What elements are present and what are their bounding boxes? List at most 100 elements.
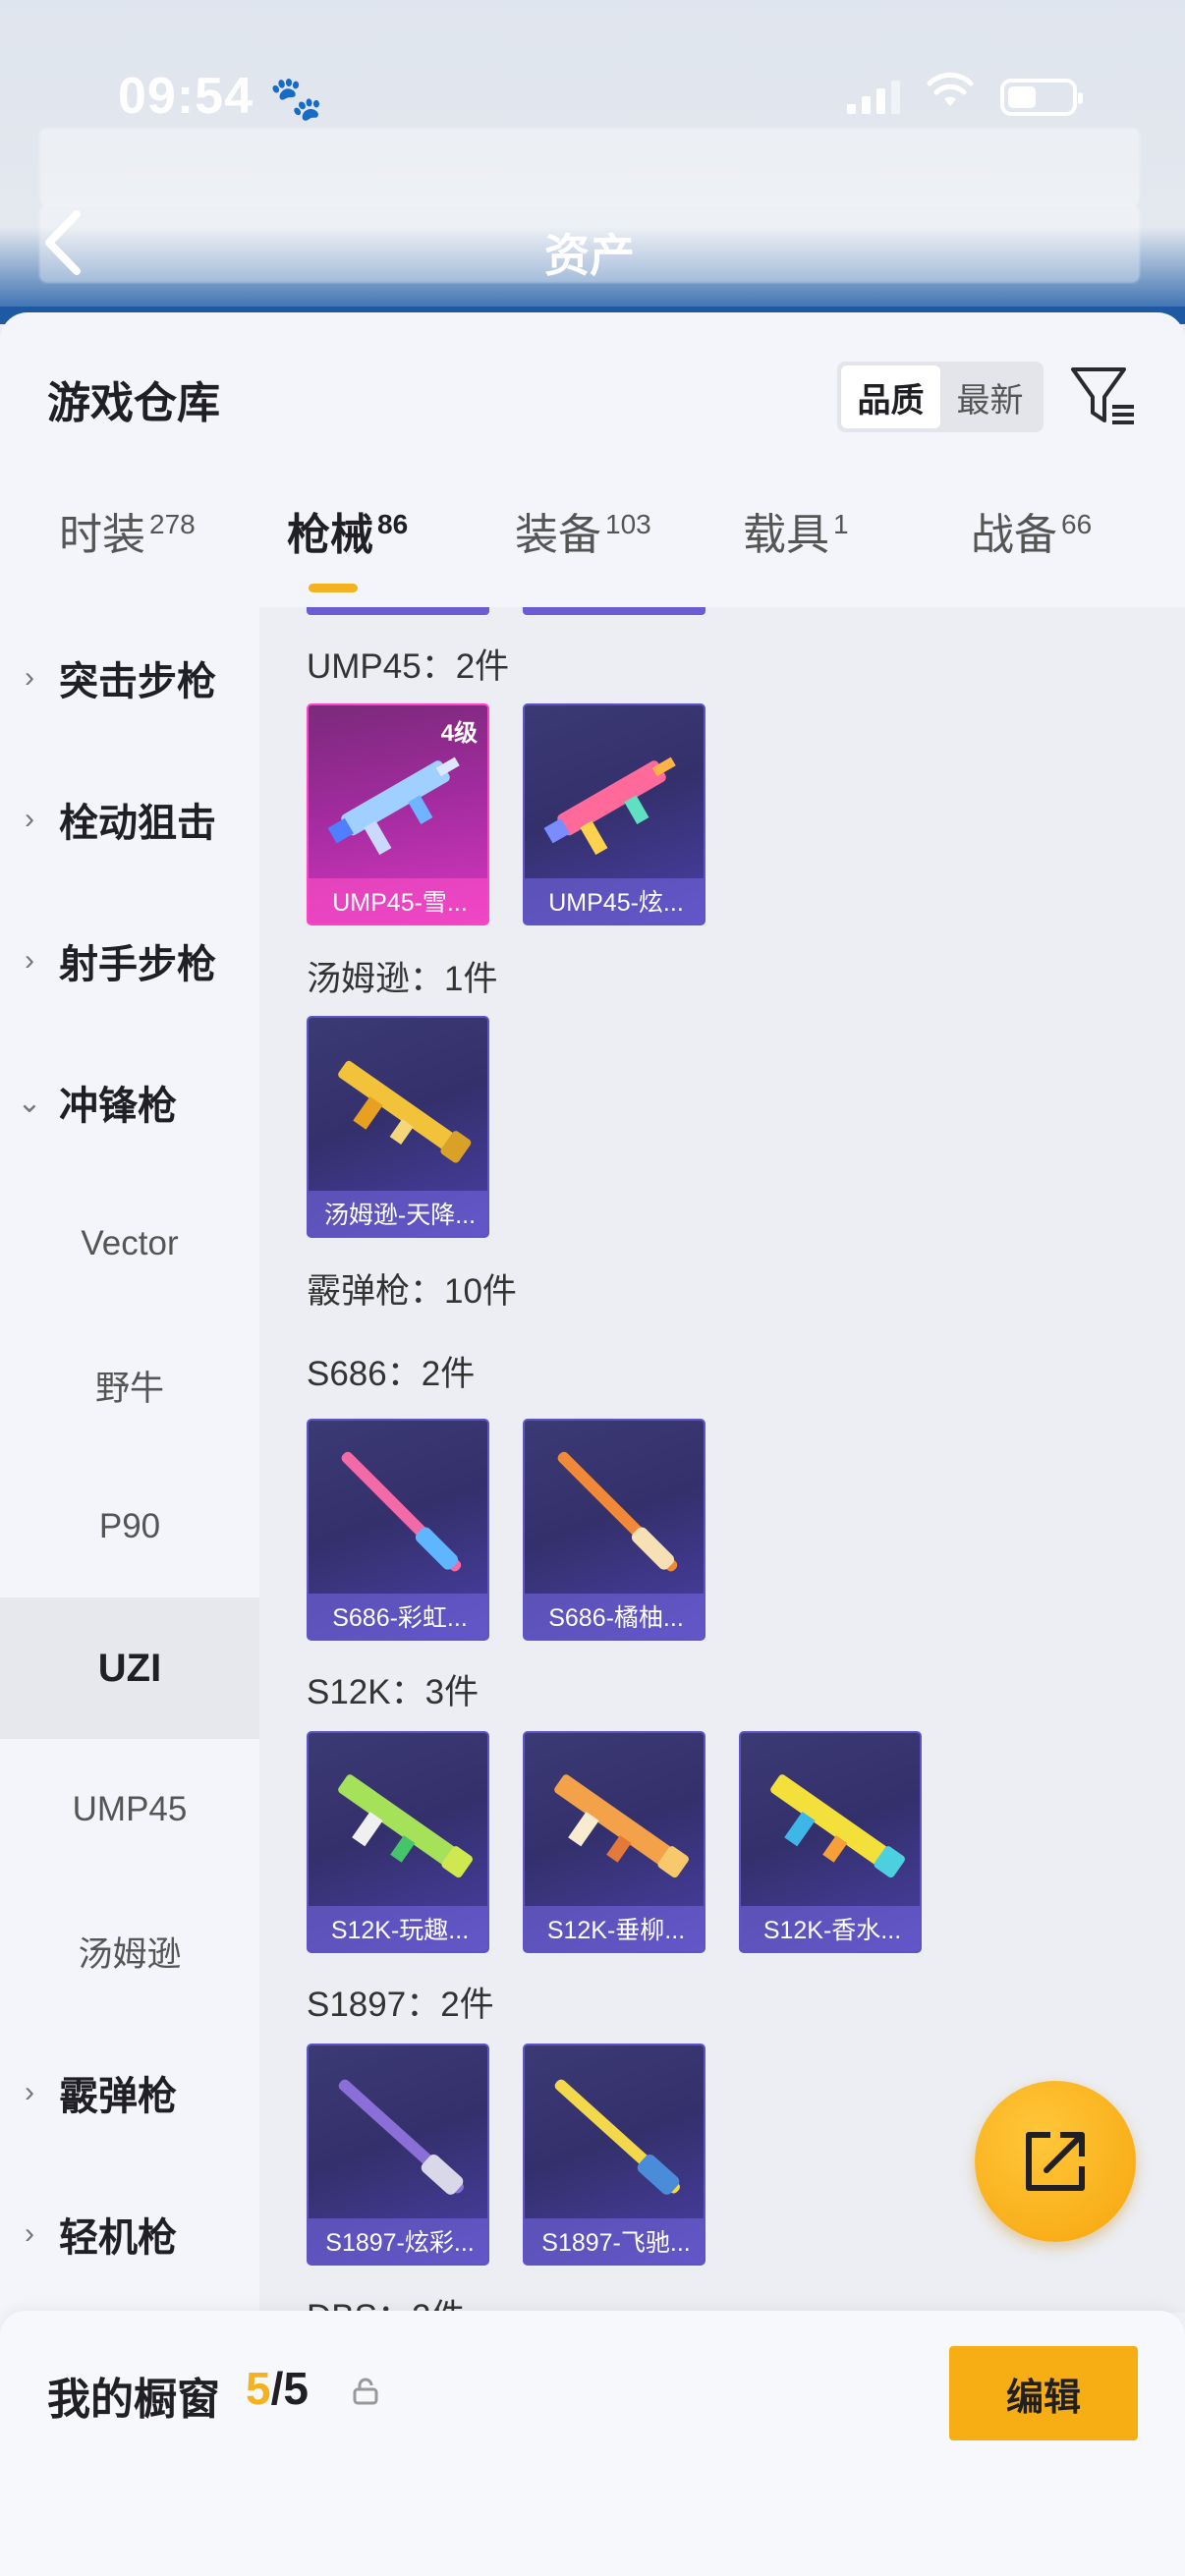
tab-count: 66	[1061, 509, 1093, 539]
category-tabs: 时装 278 枪械 86 装备 103 载具 1 战备 66	[0, 499, 1185, 607]
shotgun-icon	[338, 2079, 464, 2195]
sidebar-sub-ump45[interactable]: UMP45	[0, 1739, 259, 1880]
sidebar-item-label: 栓动狙击	[59, 802, 216, 845]
tab-equipment[interactable]: 装备 103	[515, 499, 651, 562]
weapon-name: UMP45-雪...	[309, 878, 487, 924]
sidebar-item-bolt-sniper[interactable]: › 栓动狙击	[0, 749, 259, 890]
weapon-name: S1897-飞驰...	[525, 2218, 704, 2264]
smg-gun-icon	[543, 756, 676, 856]
card-stub	[307, 607, 489, 615]
weapon-card[interactable]: S686-橘柚...	[523, 1419, 705, 1641]
group-title: DBS：2件	[307, 2289, 465, 2313]
chevron-right-icon: ›	[25, 944, 34, 977]
blurred-stats-row	[39, 128, 1140, 206]
paw-icon: 🐾	[269, 75, 323, 123]
chevron-right-icon: ›	[25, 2076, 34, 2108]
active-tab-indicator	[309, 584, 358, 592]
sidebar-item-label: 突击步枪	[59, 660, 216, 703]
weapon-card[interactable]: S686-彩虹...	[307, 1419, 489, 1641]
tab-vehicles[interactable]: 载具 1	[743, 499, 849, 562]
tab-supplies[interactable]: 战备 66	[971, 499, 1092, 562]
sidebar-item-lmg[interactable]: › 轻机枪	[0, 2163, 259, 2305]
weapon-name: 汤姆逊-天降...	[309, 1191, 487, 1236]
weapon-card[interactable]: 4级 UMP45-雪...	[307, 703, 489, 925]
tab-count: 103	[605, 509, 651, 539]
filter-icon[interactable]	[1069, 362, 1138, 430]
edit-button[interactable]: 编辑	[949, 2346, 1138, 2440]
rifle-icon	[770, 1774, 905, 1878]
showcase-bar: 我的橱窗 5/5 编辑	[0, 2311, 1185, 2576]
weapon-name: S686-彩虹...	[309, 1594, 487, 1639]
shotgun-icon	[554, 2079, 680, 2195]
group-title: 霰弹枪：10件	[307, 1272, 517, 1311]
smg-gun-icon	[327, 756, 460, 856]
tab-label: 装备	[515, 511, 601, 559]
showcase-total: /5	[270, 2363, 309, 2414]
card-stub	[523, 607, 705, 615]
sidebar-sub-vector[interactable]: Vector	[0, 1173, 259, 1315]
tab-label: 枪械	[287, 511, 373, 559]
weapon-card[interactable]: S1897-炫彩...	[307, 2044, 489, 2266]
showcase-count: 5/5	[246, 2362, 309, 2415]
chevron-right-icon: ›	[25, 661, 34, 694]
weapon-name: UMP45-炫...	[525, 878, 704, 924]
showcase-label: 我的橱窗	[47, 2376, 220, 2424]
sidebar-item-marksman-rifle[interactable]: › 射手步枪	[0, 890, 259, 1032]
chevron-right-icon: ›	[25, 803, 34, 835]
sidebar-item-label: 霰弹枪	[59, 2075, 177, 2118]
sidebar-sub-thompson[interactable]: 汤姆逊	[0, 1880, 259, 2022]
sidebar-item-label: 轻机枪	[59, 2216, 177, 2260]
shotgun-icon	[341, 1451, 462, 1572]
sidebar-item-label: 冲锋枪	[59, 1085, 177, 1128]
warehouse-sheet: 游戏仓库 品质 最新 时装 278 枪械 86 装备 103 载具 1 战备 66 › 突击…	[0, 312, 1185, 2576]
showcase-current: 5	[246, 2363, 271, 2414]
sort-quality-option[interactable]: 品质	[841, 365, 940, 428]
tab-label: 战备	[971, 511, 1057, 559]
group-title: S12K：3件	[307, 1673, 480, 1711]
signal-icon	[847, 81, 906, 114]
warehouse-title: 游戏仓库	[47, 379, 220, 427]
group-title: UMP45：2件	[307, 647, 510, 686]
weapon-name: S12K-香水...	[741, 1906, 920, 1951]
sort-newest-option[interactable]: 最新	[940, 365, 1040, 428]
chevron-down-icon: ⌄	[17, 1086, 42, 1119]
weapon-card[interactable]: UMP45-炫...	[523, 703, 705, 925]
tab-firearms[interactable]: 枪械 86	[287, 499, 408, 562]
sidebar-sub-uzi[interactable]: UZI	[0, 1597, 259, 1739]
tab-label: 载具	[743, 511, 829, 559]
weapon-name: S12K-垂柳...	[525, 1906, 704, 1951]
tab-count: 278	[149, 509, 196, 539]
group-title: 汤姆逊：1件	[307, 960, 498, 998]
group-title: S1897：2件	[307, 1986, 494, 2024]
weapon-card[interactable]: 汤姆逊-天降...	[307, 1016, 489, 1238]
sidebar-item-shotgun[interactable]: › 霰弹枪	[0, 2022, 259, 2163]
chevron-right-icon: ›	[25, 2217, 34, 2250]
weapon-card[interactable]: S12K-垂柳...	[523, 1731, 705, 1953]
sort-segmented-control: 品质 最新	[837, 362, 1044, 432]
sidebar-sub-bizon[interactable]: 野牛	[0, 1315, 259, 1456]
weapon-card[interactable]: S1897-飞驰...	[523, 2044, 705, 2266]
page-title: 资产	[544, 230, 635, 281]
group-title: S686：2件	[307, 1355, 476, 1393]
sidebar-sub-p90[interactable]: P90	[0, 1456, 259, 1597]
back-arrow-icon[interactable]	[39, 208, 85, 288]
sidebar-item-smg[interactable]: ⌄ 冲锋枪	[0, 1032, 259, 1173]
weapon-card[interactable]: S12K-香水...	[739, 1731, 922, 1953]
wifi-icon	[926, 71, 975, 121]
weapon-card[interactable]: S12K-玩趣...	[307, 1731, 489, 1953]
shotgun-icon	[557, 1451, 678, 1572]
tab-fashion[interactable]: 时装 278	[59, 499, 196, 562]
lock-icon	[352, 2378, 379, 2405]
tab-count: 86	[377, 509, 409, 539]
rifle-icon	[554, 1774, 689, 1878]
tab-count: 1	[833, 509, 849, 539]
sidebar-item-assault-rifle[interactable]: › 突击步枪	[0, 607, 259, 749]
status-time: 09:54	[118, 68, 254, 125]
weapon-name: S1897-炫彩...	[309, 2218, 487, 2264]
weapon-name: S12K-玩趣...	[309, 1906, 487, 1951]
weapon-category-sidebar: › 突击步枪 › 栓动狙击 › 射手步枪 ⌄ 冲锋枪 Vector 野牛 P90 UZI…	[0, 607, 259, 2576]
thompson-gun-icon	[338, 1060, 472, 1163]
share-button[interactable]	[975, 2081, 1136, 2242]
weapon-name: S686-橘柚...	[525, 1594, 704, 1639]
sidebar-item-label: 射手步枪	[59, 943, 216, 986]
